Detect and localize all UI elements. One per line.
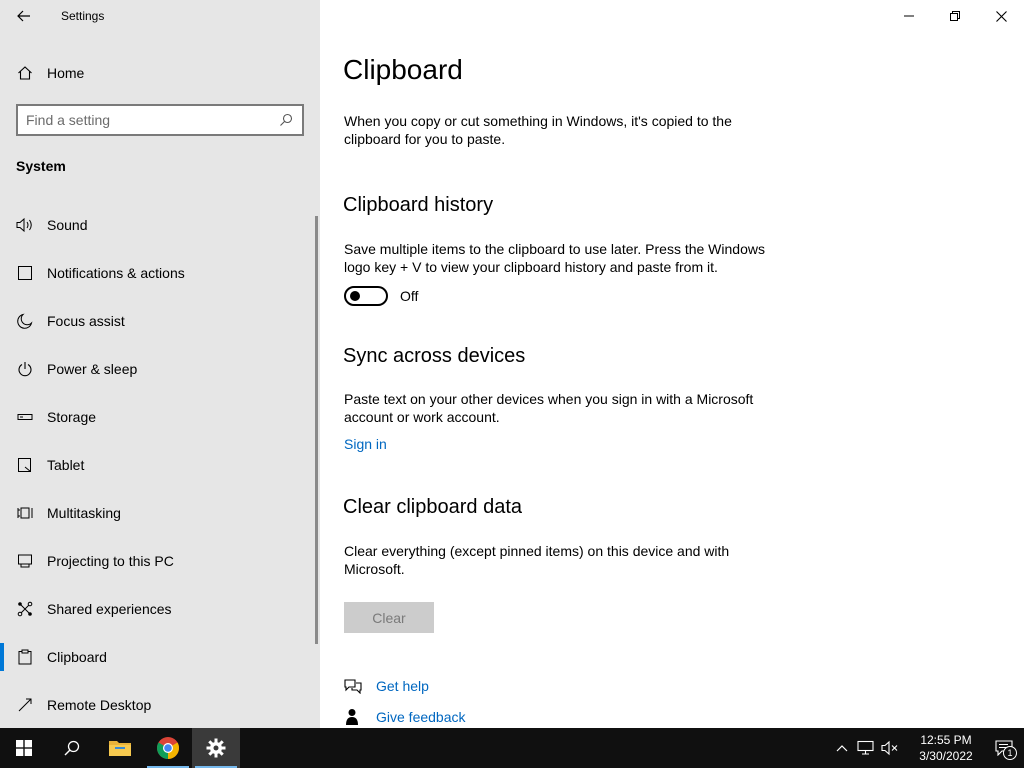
remote-desktop-icon bbox=[16, 696, 34, 714]
notification-count-badge: 1 bbox=[1003, 746, 1017, 760]
sync-heading: Sync across devices bbox=[343, 345, 526, 367]
sidebar-item-label: Shared experiences bbox=[47, 601, 172, 617]
sidebar-item-storage[interactable]: Storage bbox=[0, 393, 320, 441]
home-label: Home bbox=[47, 65, 85, 81]
notifications-icon bbox=[16, 264, 34, 282]
toggle-state-label: Off bbox=[400, 288, 419, 304]
network-button[interactable] bbox=[854, 728, 878, 768]
taskbar-file-explorer[interactable] bbox=[96, 728, 144, 768]
clipboard-history-heading: Clipboard history bbox=[343, 194, 494, 216]
search-icon bbox=[64, 740, 80, 756]
sync-description: Paste text on your other devices when yo… bbox=[344, 391, 754, 425]
search-box[interactable] bbox=[16, 104, 304, 136]
get-help-row[interactable]: Get help bbox=[344, 677, 429, 695]
network-icon bbox=[857, 740, 874, 755]
clock-time: 12:55 PM bbox=[920, 733, 972, 747]
sidebar-item-label: Multitasking bbox=[47, 505, 121, 521]
search-icon[interactable] bbox=[278, 112, 294, 128]
sidebar-item-label: Tablet bbox=[47, 457, 85, 473]
sidebar-item-clipboard[interactable]: Clipboard bbox=[0, 633, 320, 681]
sidebar-item-label: Power & sleep bbox=[47, 361, 138, 377]
sidebar-item-label: Remote Desktop bbox=[47, 697, 152, 713]
sidebar-item-sound[interactable]: Sound bbox=[0, 201, 320, 249]
clipboard-history-toggle-row: Off bbox=[344, 286, 418, 306]
volume-button[interactable] bbox=[878, 728, 902, 768]
give-feedback-icon bbox=[344, 708, 362, 726]
close-icon bbox=[995, 10, 1007, 22]
sidebar-item-power-sleep[interactable]: Power & sleep bbox=[0, 345, 320, 393]
give-feedback-link[interactable]: Give feedback bbox=[376, 709, 466, 725]
sidebar-item-label: Projecting to this PC bbox=[47, 553, 174, 569]
toggle-knob bbox=[350, 291, 360, 301]
tablet-icon bbox=[16, 456, 34, 474]
sidebar-item-projecting[interactable]: Projecting to this PC bbox=[0, 537, 320, 585]
system-tray: 12:55 PM 3/30/2022 1 bbox=[830, 728, 1024, 768]
home-nav-item[interactable]: Home bbox=[0, 56, 320, 90]
clipboard-history-toggle[interactable] bbox=[344, 286, 388, 306]
volume-muted-icon bbox=[881, 740, 898, 756]
minimize-button[interactable] bbox=[886, 0, 932, 32]
chevron-up-icon bbox=[836, 745, 848, 752]
app-title: Settings bbox=[61, 9, 105, 23]
speaker-icon bbox=[16, 216, 34, 234]
title-bar: Settings bbox=[0, 0, 320, 32]
home-icon bbox=[16, 64, 34, 82]
taskbar-search-button[interactable] bbox=[48, 728, 96, 768]
gear-icon bbox=[206, 738, 226, 758]
sidebar-nav: Sound Notifications & actions Focus assi… bbox=[0, 201, 320, 729]
clear-heading: Clear clipboard data bbox=[343, 496, 522, 518]
sidebar-item-shared-experiences[interactable]: Shared experiences bbox=[0, 585, 320, 633]
projecting-icon bbox=[16, 552, 34, 570]
storage-icon bbox=[16, 408, 34, 426]
minimize-icon bbox=[904, 15, 914, 17]
sidebar-item-label: Storage bbox=[47, 409, 97, 425]
chrome-icon bbox=[157, 737, 179, 759]
back-button[interactable] bbox=[0, 0, 48, 32]
folder-icon bbox=[109, 741, 131, 756]
sidebar-item-label: Sound bbox=[47, 217, 88, 233]
taskbar-chrome[interactable] bbox=[144, 728, 192, 768]
main-content: Clipboard When you copy or cut something… bbox=[320, 0, 1024, 728]
clear-description: Clear everything (except pinned items) o… bbox=[344, 543, 730, 577]
power-icon bbox=[16, 360, 34, 378]
restore-icon bbox=[950, 11, 960, 21]
restore-button[interactable] bbox=[932, 0, 978, 32]
sidebar-item-notifications[interactable]: Notifications & actions bbox=[0, 249, 320, 297]
close-button[interactable] bbox=[978, 0, 1024, 32]
search-input[interactable] bbox=[26, 112, 278, 128]
page-title: Clipboard bbox=[343, 54, 463, 85]
clipboard-history-description: Save multiple items to the clipboard to … bbox=[344, 241, 765, 275]
sidebar-item-remote-desktop[interactable]: Remote Desktop bbox=[0, 681, 320, 729]
windows-logo-icon bbox=[16, 740, 32, 756]
back-arrow-icon bbox=[17, 10, 30, 22]
sidebar-item-label: Notifications & actions bbox=[47, 265, 185, 281]
start-button[interactable] bbox=[0, 728, 48, 768]
show-hidden-icons-button[interactable] bbox=[830, 728, 854, 768]
sidebar-item-tablet[interactable]: Tablet bbox=[0, 441, 320, 489]
taskbar: 12:55 PM 3/30/2022 1 bbox=[0, 728, 1024, 768]
sidebar-item-multitasking[interactable]: Multitasking bbox=[0, 489, 320, 537]
give-feedback-row[interactable]: Give feedback bbox=[344, 708, 466, 726]
sign-in-link[interactable]: Sign in bbox=[344, 436, 387, 452]
get-help-icon bbox=[344, 677, 362, 695]
sidebar-item-label: Focus assist bbox=[47, 313, 125, 329]
clear-button[interactable]: Clear bbox=[344, 602, 434, 633]
taskbar-clock[interactable]: 12:55 PM 3/30/2022 bbox=[908, 732, 984, 764]
intro-text: When you copy or cut something in Window… bbox=[344, 113, 732, 147]
moon-icon bbox=[16, 312, 34, 330]
shared-experiences-icon bbox=[16, 600, 34, 618]
section-title: System bbox=[16, 158, 66, 174]
sidebar-item-label: Clipboard bbox=[47, 649, 107, 665]
get-help-link[interactable]: Get help bbox=[376, 678, 429, 694]
window-controls bbox=[886, 0, 1024, 32]
sidebar-scrollbar[interactable] bbox=[315, 216, 318, 644]
clock-date: 3/30/2022 bbox=[919, 749, 973, 763]
sidebar-item-focus-assist[interactable]: Focus assist bbox=[0, 297, 320, 345]
clipboard-icon bbox=[16, 648, 34, 666]
action-center-button[interactable]: 1 bbox=[984, 728, 1024, 768]
taskbar-settings[interactable] bbox=[192, 728, 240, 768]
multitasking-icon bbox=[16, 504, 34, 522]
sidebar: Settings Home System Sound Notifications… bbox=[0, 0, 320, 728]
